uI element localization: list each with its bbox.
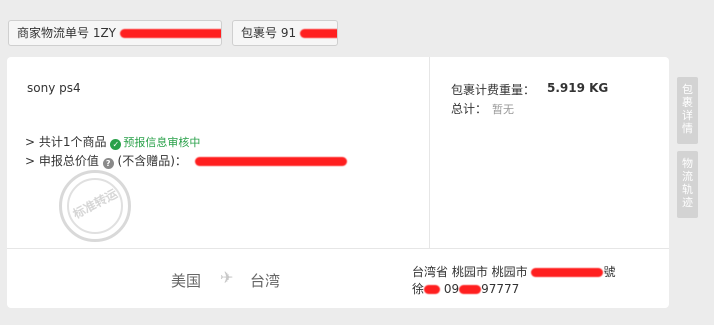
tab-char: 轨 <box>682 183 693 196</box>
redaction-mark <box>424 285 441 294</box>
package-card: sony ps4 > 共计1个商品 ✓ 预报信息审核中 > 申报总价值 ? (不含… <box>7 57 669 308</box>
product-name: sony ps4 <box>27 81 81 95</box>
weight-value: 5.919 KG <box>547 81 609 95</box>
phone-prefix: 09 <box>443 282 460 296</box>
standard-shipping-stamp: 标准转运 <box>59 170 131 242</box>
tab-char: 流 <box>682 170 693 183</box>
address-suffix: 號 <box>603 265 616 279</box>
address-region: 台湾省 桃园市 桃园市 <box>412 265 528 279</box>
route-origin: 美国 <box>171 272 202 290</box>
review-status: 预报信息审核中 <box>123 136 201 149</box>
recipient-name: 徐 <box>412 282 425 296</box>
redaction-mark <box>119 29 221 38</box>
weight-label: 包裹计费重量： <box>451 83 536 97</box>
package-details-tab[interactable]: 包 裹 详 情 <box>677 77 698 144</box>
items-summary-row[interactable]: > 共计1个商品 ✓ 预报信息审核中 <box>25 133 200 150</box>
redaction-mark <box>299 29 337 38</box>
tab-char: 情 <box>682 122 693 135</box>
redaction-mark <box>194 157 347 166</box>
airplane-icon: ✈ <box>220 268 234 287</box>
items-summary: > 共计1个商品 <box>25 135 107 149</box>
total-value: 暂无 <box>492 103 514 116</box>
tracking-number-tag: 商家物流单号 1ZY <box>8 20 222 46</box>
vertical-divider <box>429 57 430 248</box>
tracking-number-label: 商家物流单号 1ZY <box>17 26 117 40</box>
check-circle-icon: ✓ <box>110 139 122 150</box>
question-icon[interactable]: ? <box>102 158 114 169</box>
phone-suffix: 97777 <box>481 282 520 296</box>
declared-value-row[interactable]: > 申报总价值 ? (不含赠品)： <box>25 152 347 169</box>
horizontal-divider <box>7 248 669 249</box>
recipient-line: 徐 09 97777 <box>412 280 519 297</box>
logistics-track-tab[interactable]: 物 流 轨 迹 <box>677 151 698 218</box>
tab-char: 迹 <box>682 196 693 209</box>
tab-char: 包 <box>682 83 693 96</box>
total-label: 总计： <box>451 102 488 116</box>
package-number-tag: 包裹号 91 <box>232 20 338 46</box>
declared-value-label: > 申报总价值 <box>25 154 99 168</box>
tab-char: 物 <box>682 157 693 170</box>
package-number-label: 包裹号 91 <box>241 26 297 40</box>
redaction-mark <box>459 285 482 294</box>
tab-char: 裹 <box>682 96 693 109</box>
route-destination: 台湾 <box>250 272 281 290</box>
tab-char: 详 <box>682 109 693 122</box>
declared-value-suffix: (不含赠品)： <box>117 154 187 168</box>
address-line: 台湾省 桃园市 桃园市 號 <box>412 263 615 280</box>
redaction-mark <box>531 268 604 277</box>
